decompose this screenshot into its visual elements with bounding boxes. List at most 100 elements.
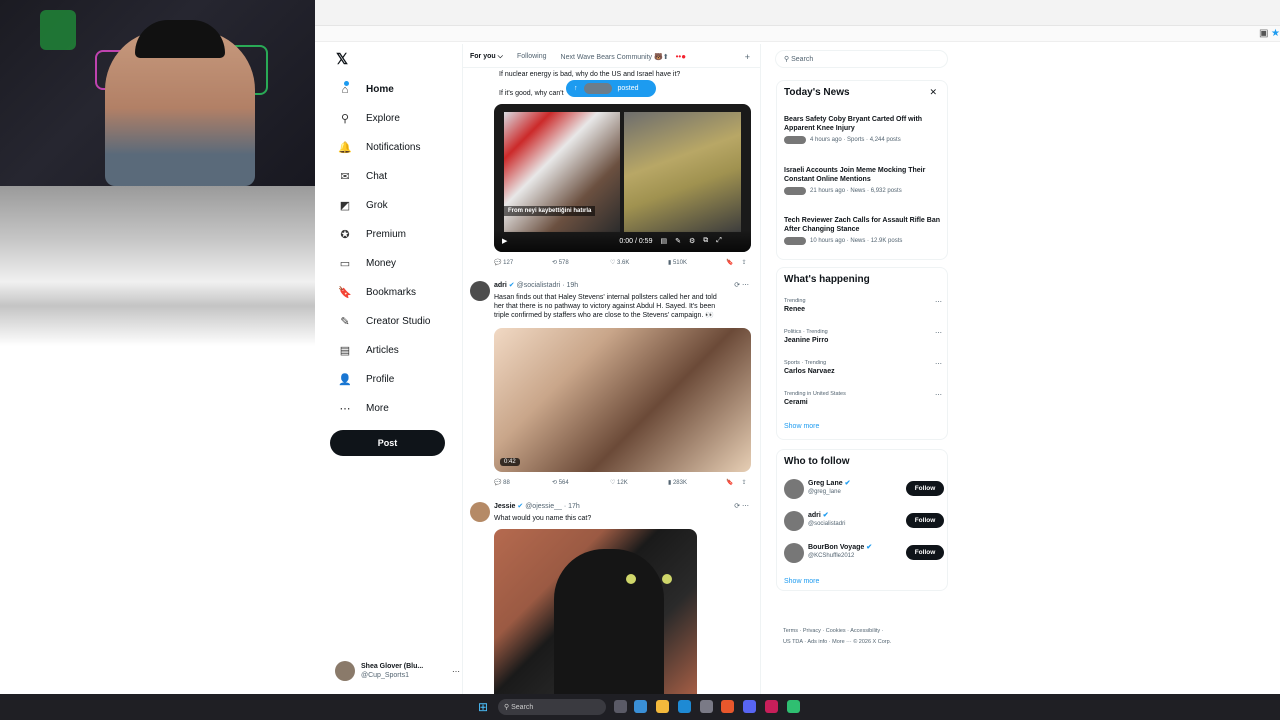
tab-for-you[interactable]: For you ⌵	[463, 53, 510, 61]
show-more-link[interactable]: Show more	[784, 423, 819, 430]
whats-happening-panel: What's happening Trending Renee ⋯ Politi…	[776, 267, 948, 440]
nav-creator-studio[interactable]: ✎ Creator Studio	[332, 307, 462, 336]
pip-icon[interactable]: ⧉	[703, 237, 708, 245]
repost-button[interactable]: ⟲ 578	[552, 259, 610, 269]
repost-count: 578	[558, 260, 569, 266]
tab-community[interactable]: Next Wave Bears Community 🐻⬆	[554, 53, 676, 61]
bookmark-icon[interactable]: 🔖	[726, 259, 733, 269]
follow-button[interactable]: Follow	[906, 513, 944, 528]
play-icon[interactable]: ▶	[502, 237, 507, 245]
views-button[interactable]: ▮ 510K	[668, 259, 726, 269]
edge-icon[interactable]	[678, 700, 691, 713]
more-icon[interactable]: ⋯	[935, 329, 942, 337]
firefox-icon[interactable]	[721, 700, 734, 713]
follow-suggestion[interactable]: adri ✔ @socialistadri Follow	[784, 509, 944, 533]
verified-icon: ✔	[517, 503, 524, 510]
verified-icon: ✔	[508, 282, 515, 289]
avatar[interactable]	[470, 281, 490, 301]
nav-money[interactable]: ▭ Money	[332, 249, 462, 278]
more-icon[interactable]: ⋯	[452, 667, 460, 676]
tab-following[interactable]: Following	[510, 53, 554, 60]
task-view-icon[interactable]	[614, 700, 627, 713]
trend-item[interactable]: Politics · Trending Jeanine Pirro ⋯	[784, 329, 944, 344]
account-switcher[interactable]: Shea Glover (Blu... @Cup_Sports1 ⋯	[335, 660, 460, 682]
news-item[interactable]: Bears Safety Coby Bryant Carted Off with…	[784, 115, 944, 144]
share-icon[interactable]: ⇪	[741, 259, 746, 269]
add-tab-icon[interactable]: +	[745, 52, 750, 62]
nav-articles[interactable]: ▤ Articles	[332, 336, 462, 365]
video-player[interactable]: From neyi kaybettiğini hatırla ▶ 0:00 / …	[494, 104, 751, 252]
repost-button[interactable]: ⟲ 564	[552, 479, 610, 489]
follow-handle: @socialistadri	[808, 521, 846, 527]
follow-button[interactable]: Follow	[906, 545, 944, 560]
windows-start-icon[interactable]: ⊞	[478, 700, 488, 714]
like-button[interactable]: ♡ 12K	[610, 479, 668, 489]
nav-chat[interactable]: ✉ Chat	[332, 162, 462, 191]
follow-suggestion[interactable]: Greg Lane ✔ @greg_lane Follow	[784, 477, 944, 501]
extensions-icon[interactable]: ▣	[1259, 28, 1268, 39]
reply-button[interactable]: 💬 127	[494, 259, 552, 269]
tab-for-you-label: For you	[470, 52, 496, 60]
nav-premium[interactable]: ✪ Premium	[332, 220, 462, 249]
follow-suggestion[interactable]: BourBon Voyage ✔ @KCShuffle2012 Follow	[784, 541, 944, 565]
trend-item[interactable]: Trending in United States Cerami ⋯	[784, 391, 944, 406]
reply-button[interactable]: 💬 88	[494, 479, 552, 489]
store-icon[interactable]	[700, 700, 713, 713]
nav-bookmarks[interactable]: 🔖 Bookmarks	[332, 278, 462, 307]
edit-icon[interactable]: ✎	[675, 237, 681, 245]
verified-icon: ✔	[822, 512, 829, 519]
tweet-author[interactable]: Jessie	[494, 503, 515, 510]
more-icon[interactable]: ⋯	[935, 298, 942, 306]
trend-item[interactable]: Sports · Trending Carlos Narvaez ⋯	[784, 360, 944, 375]
more-icon[interactable]: ⟳ ⋯	[734, 502, 749, 510]
post-button[interactable]: Post	[330, 430, 445, 456]
tweet-image[interactable]	[494, 529, 697, 694]
tab-overflow-dots[interactable]: ••●	[676, 52, 686, 61]
video-player[interactable]: 0:42	[494, 328, 751, 472]
nav-more[interactable]: ⋯ More	[332, 394, 462, 423]
bookmark-icon[interactable]: 🔖	[726, 479, 733, 489]
avatar	[784, 136, 806, 144]
search-input[interactable]: ⚲ Search	[775, 50, 948, 68]
more-icon[interactable]: ⋯	[935, 391, 942, 399]
verified-icon: ✔	[844, 480, 851, 487]
close-icon[interactable]: ✕	[929, 87, 937, 98]
widgets-icon[interactable]	[634, 700, 647, 713]
share-icon[interactable]: ⇪	[741, 479, 746, 489]
x-logo[interactable]: 𝕏	[336, 50, 348, 68]
discord-icon[interactable]	[743, 700, 756, 713]
file-explorer-icon[interactable]	[656, 700, 669, 713]
repost-count: 564	[558, 480, 569, 486]
taskbar-search[interactable]: ⚲ Search	[498, 699, 606, 715]
like-button[interactable]: ♡ 3.6K	[610, 259, 668, 269]
news-item[interactable]: Tech Reviewer Zach Calls for Assault Rif…	[784, 216, 944, 245]
more-icon[interactable]: ⟳ ⋯	[734, 281, 749, 289]
cat-eye	[662, 574, 672, 584]
tweet-author[interactable]: adri	[494, 282, 507, 289]
follow-button[interactable]: Follow	[906, 481, 944, 496]
more-icon[interactable]: ⋯	[935, 360, 942, 368]
nav-notifications[interactable]: 🔔 Notifications	[332, 133, 462, 162]
star-icon[interactable]: ★	[1271, 28, 1280, 39]
app-icon[interactable]	[787, 700, 800, 713]
webcam-overlay	[0, 0, 315, 186]
follow-name: adri	[808, 512, 821, 519]
nav-explore[interactable]: ⚲ Explore	[332, 104, 462, 133]
nav-home[interactable]: ⌂ Home	[332, 75, 462, 104]
news-meta: 21 hours ago · News · 6,932 posts	[810, 188, 902, 194]
show-more-link[interactable]: Show more	[784, 578, 819, 585]
footer-links[interactable]: US TDA · Ads info · More ··· © 2026 X Co…	[783, 637, 948, 648]
app-icon[interactable]	[765, 700, 778, 713]
trend-item[interactable]: Trending Renee ⋯	[784, 298, 944, 313]
news-item[interactable]: Israeli Accounts Join Meme Mocking Their…	[784, 166, 944, 195]
captions-icon[interactable]: ▤	[660, 237, 667, 245]
avatar[interactable]	[470, 502, 490, 522]
views-button[interactable]: ▮ 283K	[668, 479, 726, 489]
bookmark-icon: 🔖	[338, 287, 352, 299]
nav-grok[interactable]: ◩ Grok	[332, 191, 462, 220]
settings-icon[interactable]: ⚙	[689, 237, 695, 245]
new-posts-pill[interactable]: ↑ posted	[566, 80, 656, 97]
nav-profile[interactable]: 👤 Profile	[332, 365, 462, 394]
footer-links[interactable]: Terms · Privacy · Cookies · Accessibilit…	[783, 626, 948, 637]
fullscreen-icon[interactable]: ⤢	[716, 237, 722, 245]
